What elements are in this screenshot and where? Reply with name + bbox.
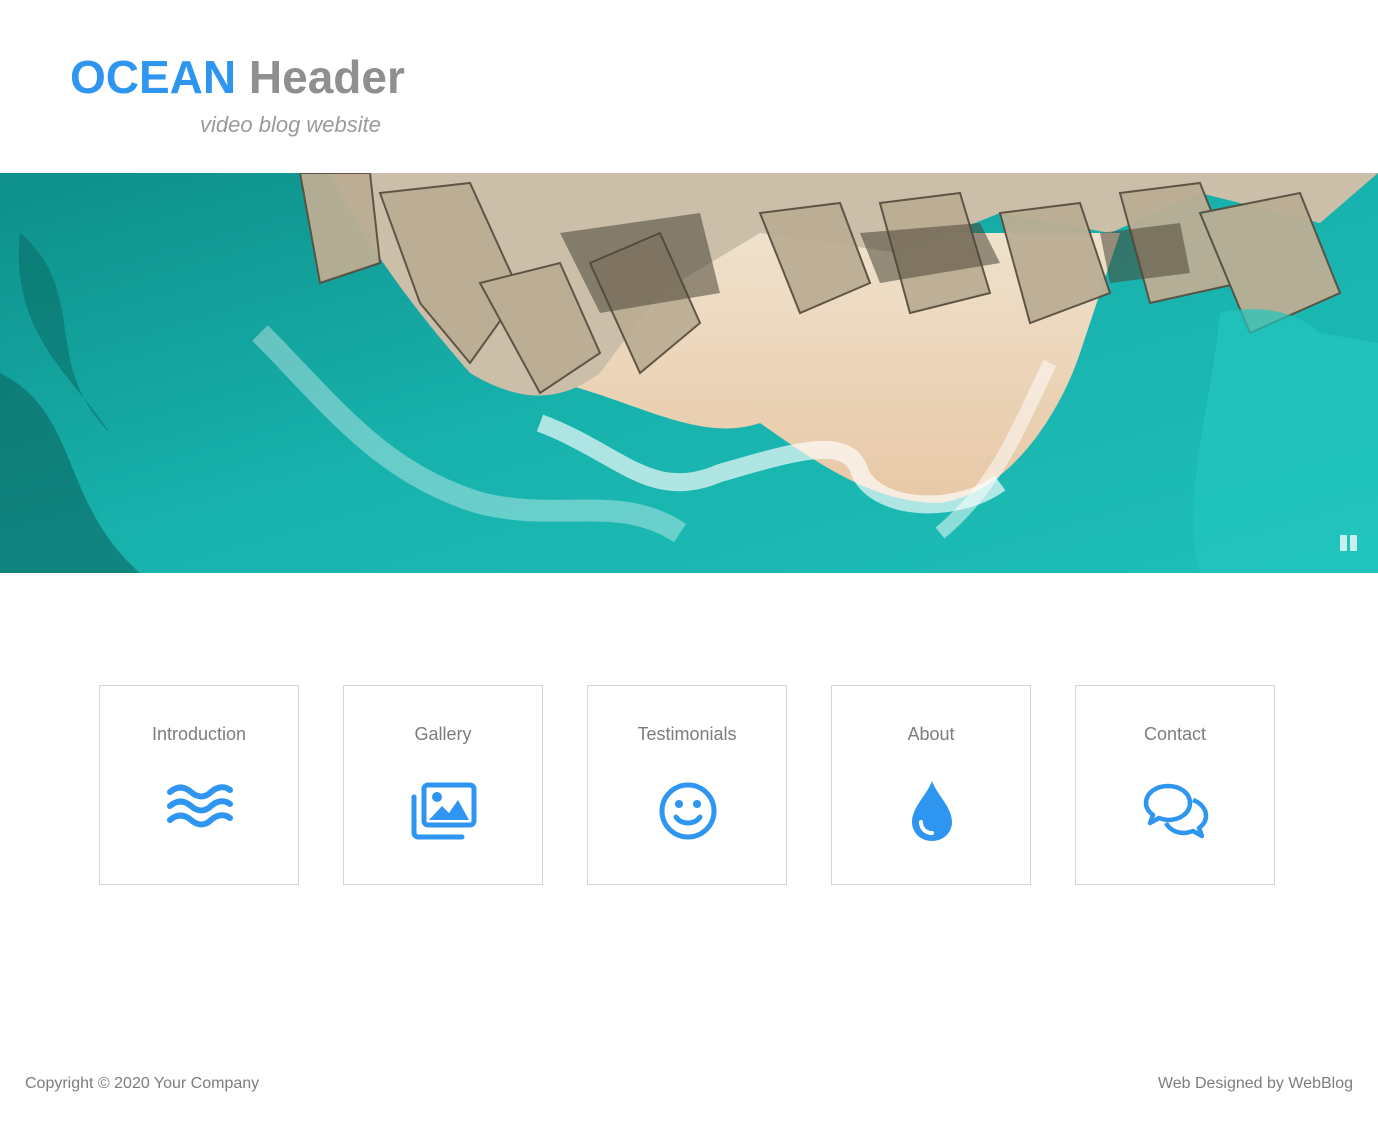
comments-icon — [1143, 778, 1209, 844]
card-gallery[interactable]: Gallery — [343, 685, 543, 885]
pause-button[interactable] — [1340, 535, 1358, 551]
feature-cards: Introduction Gallery Testimonials About … — [99, 685, 1279, 885]
card-contact[interactable]: Contact — [1075, 685, 1275, 885]
site-title[interactable]: OCEAN Header — [70, 48, 405, 106]
hero-video-frame — [0, 173, 1378, 573]
card-contact-label: Contact — [1143, 724, 1207, 744]
smile-icon — [655, 778, 721, 844]
site-header: OCEAN Header video blog website — [0, 0, 1378, 173]
site-title-accent: OCEAN — [70, 51, 237, 103]
card-testimonials[interactable]: Testimonials — [587, 685, 787, 885]
site-title-rest: Header — [248, 51, 405, 103]
footer-credit[interactable]: Web Designed by WebBlog — [1158, 1075, 1353, 1093]
card-about[interactable]: About — [831, 685, 1031, 885]
card-gallery-label: Gallery — [414, 724, 472, 744]
pause-icon-bar — [1350, 535, 1357, 551]
footer-copyright: Copyright © 2020 Your Company — [25, 1075, 260, 1092]
images-icon — [411, 778, 477, 844]
card-about-label: About — [907, 724, 955, 744]
hero-video[interactable] — [0, 173, 1378, 573]
pause-icon — [1340, 535, 1347, 551]
waves-icon — [167, 778, 233, 844]
site-tagline: video blog website — [200, 112, 382, 137]
droplet-icon — [899, 778, 965, 844]
card-testimonials-label: Testimonials — [637, 724, 737, 744]
card-introduction[interactable]: Introduction — [99, 685, 299, 885]
card-introduction-label: Introduction — [151, 724, 247, 744]
